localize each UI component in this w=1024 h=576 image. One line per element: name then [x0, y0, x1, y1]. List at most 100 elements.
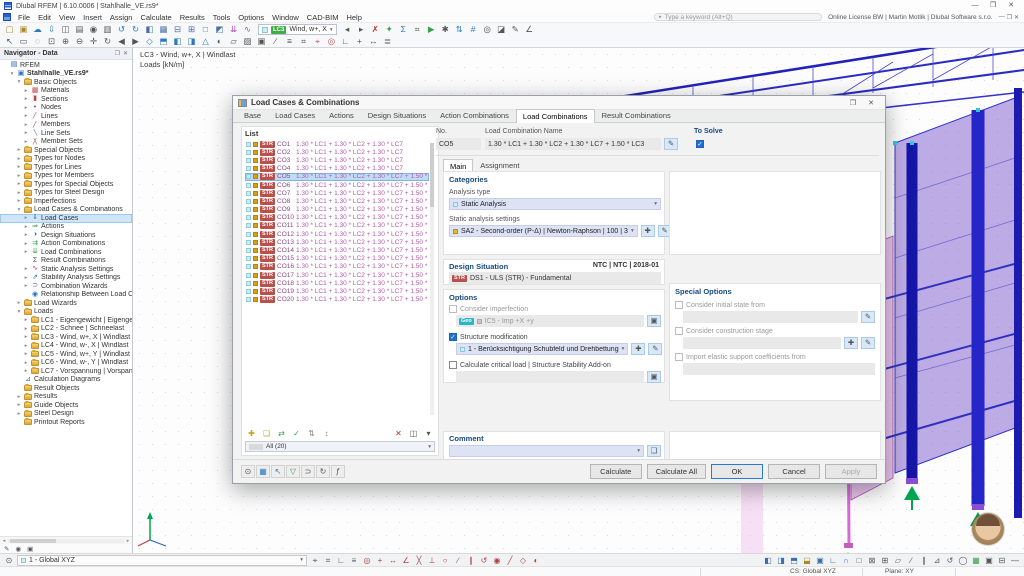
expand-arrow-icon[interactable]: ▸ — [23, 368, 29, 374]
reset-view-icon[interactable]: ↺ — [944, 555, 956, 566]
tree-item[interactable]: ▸⇒Actions — [0, 223, 132, 232]
tree-item[interactable]: ▸Types for Members — [0, 172, 132, 181]
extension-snap-icon[interactable]: ↺ — [478, 555, 490, 566]
new-settings-button[interactable]: ✚ — [641, 225, 655, 237]
measure-icon[interactable]: ∠ — [523, 24, 536, 35]
section-icon[interactable]: ∕ — [905, 555, 917, 566]
select-box-icon[interactable]: □ — [853, 555, 865, 566]
tree-item[interactable]: ▸LC1 - Eigengewicht | Eigengewicht, Dach… — [0, 316, 132, 325]
tree-item[interactable]: ▸╱Lines — [0, 112, 132, 121]
combination-row[interactable]: STRCO191.30 * LC1 + 1.30 * LC2 + 1.30 * … — [245, 287, 429, 295]
ortho-icon[interactable]: ∟ — [339, 36, 352, 47]
filter-dropdown[interactable]: All (20) ▾ — [245, 441, 435, 452]
guidelines-toggle-icon[interactable]: ≡ — [348, 555, 360, 566]
tree-item[interactable]: ▸▮Sections — [0, 95, 132, 104]
tree-item[interactable]: ▸Load Wizards — [0, 299, 132, 308]
ortho-toggle-icon[interactable]: ∟ — [335, 555, 347, 566]
open-model-icon[interactable]: ▣ — [17, 24, 30, 35]
center-snap-icon[interactable]: ◇ — [517, 555, 529, 566]
tree-item[interactable]: ▸Imperfections — [0, 197, 132, 206]
expand-arrow-icon[interactable]: ▸ — [16, 173, 22, 179]
workplane-xy-icon[interactable]: ◧ — [762, 555, 774, 566]
check-combinations-icon[interactable]: ⇄ — [275, 428, 288, 439]
expand-arrow-icon[interactable]: ▸ — [23, 232, 29, 238]
perspective-icon[interactable]: △ — [199, 36, 212, 47]
consider-imperfection-checkbox[interactable] — [449, 305, 457, 313]
collapse-icon[interactable]: — — [1009, 555, 1021, 566]
calculate-all-button[interactable]: Calculate All — [647, 464, 706, 479]
tree-item[interactable]: ▾▣Stahlhalle_VE.rs9* — [0, 70, 132, 79]
pick-in-graphic-icon[interactable]: ↖ — [271, 465, 285, 478]
critical-load-checkbox[interactable] — [449, 361, 457, 369]
calculate-all-icon[interactable]: ▶ — [425, 24, 438, 35]
new-modification-button[interactable]: ✚ — [631, 343, 645, 355]
expand-arrow-icon[interactable]: ▸ — [23, 122, 29, 128]
renumber-combinations-icon[interactable]: ⇅ — [305, 428, 318, 439]
expand-arrow-icon[interactable]: ▸ — [16, 156, 22, 162]
tree-item[interactable]: ▸╳Member Sets — [0, 138, 132, 147]
tree-item[interactable]: ▸⊃Combination Wizards — [0, 282, 132, 291]
lasso-select-icon[interactable]: ◌ — [31, 36, 44, 47]
copy-comment-button[interactable]: ❏ — [647, 445, 661, 457]
combination-row[interactable]: STRCO171.30 * LC1 + 1.30 * LC2 + 1.30 * … — [245, 271, 429, 279]
tree-item[interactable]: ▸LC2 - Schnee | Schneelast — [0, 325, 132, 334]
navigator-panel-icon[interactable]: ◧ — [143, 24, 156, 35]
tree-item[interactable]: ΣResult Combinations — [0, 257, 132, 266]
tree-item[interactable]: ⊿Calculation Diagrams — [0, 376, 132, 385]
combination-row[interactable]: STRCO81.30 * LC1 + 1.30 * LC2 + 1.30 * L… — [245, 197, 429, 205]
menu-assign[interactable]: Assign — [106, 12, 137, 23]
ok-button[interactable]: OK — [711, 464, 763, 479]
tab-load-combinations[interactable]: Load Combinations — [516, 109, 595, 123]
tree-item[interactable]: ▸╲Line Sets — [0, 129, 132, 138]
expand-arrow-icon[interactable]: ▸ — [23, 343, 29, 349]
parallel-icon[interactable]: ∥ — [918, 555, 930, 566]
connect-icon[interactable]: ☁ — [31, 24, 44, 35]
combinations-icon[interactable]: Σ — [397, 24, 410, 35]
grid-icon[interactable]: ⌗ — [297, 36, 310, 47]
user-avatar[interactable] — [972, 513, 1004, 545]
side-view-icon[interactable]: ◨ — [185, 36, 198, 47]
tree-item[interactable]: ▸Types for Nodes — [0, 155, 132, 164]
user-plane-icon[interactable]: ⬓ — [801, 555, 813, 566]
combination-row[interactable]: STRCO151.30 * LC1 + 1.30 * LC2 + 1.30 * … — [245, 255, 429, 263]
zoom-window-icon[interactable]: ⊡ — [45, 36, 58, 47]
import-critical-button[interactable]: ▣ — [647, 371, 661, 383]
circle-icon[interactable]: ◯ — [957, 555, 969, 566]
new-model-icon[interactable]: ▢ — [3, 24, 16, 35]
perpendicular-snap-icon[interactable]: ⊥ — [426, 555, 438, 566]
import-imperfection-button[interactable]: ▣ — [647, 315, 661, 327]
delete-all-icon[interactable]: ✕ — [392, 428, 405, 439]
tree-item[interactable]: ▸Results — [0, 393, 132, 402]
intersection-snap-icon[interactable]: ╳ — [413, 555, 425, 566]
data-navigator-tab-icon[interactable]: ✎ — [4, 545, 9, 553]
menu-tools[interactable]: Tools — [209, 12, 235, 23]
tree-item[interactable]: ▾Basic Objects — [0, 78, 132, 87]
zoom-out-icon[interactable]: ⊖ — [73, 36, 86, 47]
consider-initial-state-from-checkbox[interactable] — [675, 301, 683, 309]
tree-item[interactable]: ▸╱Members — [0, 121, 132, 130]
tree-item[interactable]: ▾Loads — [0, 308, 132, 317]
analysis-type-dropdown[interactable]: Static Analysis ▾ — [449, 198, 661, 210]
expand-arrow-icon[interactable]: ▸ — [16, 402, 22, 408]
expand-arrow-icon[interactable]: ▸ — [23, 326, 29, 332]
node-snap-icon[interactable]: ◉ — [491, 555, 503, 566]
combination-row[interactable]: STRCO91.30 * LC1 + 1.30 * LC2 + 1.30 * L… — [245, 206, 429, 214]
load-graphics-icon[interactable]: ⇊ — [227, 24, 240, 35]
next-view-icon[interactable]: ▶ — [129, 36, 142, 47]
clipping-icon[interactable]: ◪ — [495, 24, 508, 35]
expand-arrow-icon[interactable]: ▸ — [16, 198, 22, 204]
undo-icon[interactable]: ↺ — [115, 24, 128, 35]
menu-calculate[interactable]: Calculate — [136, 12, 175, 23]
tree-item[interactable]: ▸◑Design Situations — [0, 231, 132, 240]
coordinate-search-icon[interactable]: ⊙ — [3, 555, 15, 566]
tree-item[interactable]: ▸LC3 - Wind, w+, X | Windlast — [0, 333, 132, 342]
edit-modification-button[interactable]: ✎ — [648, 343, 662, 355]
fullscreen-icon[interactable]: □ — [199, 24, 212, 35]
settings-icon[interactable]: ✱ — [439, 24, 452, 35]
expand-arrow-icon[interactable]: ▸ — [23, 249, 29, 255]
pan-icon[interactable]: ✛ — [87, 36, 100, 47]
hidden-line-icon[interactable]: ▨ — [241, 36, 254, 47]
scroll-right-icon[interactable]: ▸ — [124, 538, 132, 544]
workplane-yz-icon[interactable]: ⬒ — [788, 555, 800, 566]
expand-arrow-icon[interactable]: ▸ — [23, 224, 29, 230]
